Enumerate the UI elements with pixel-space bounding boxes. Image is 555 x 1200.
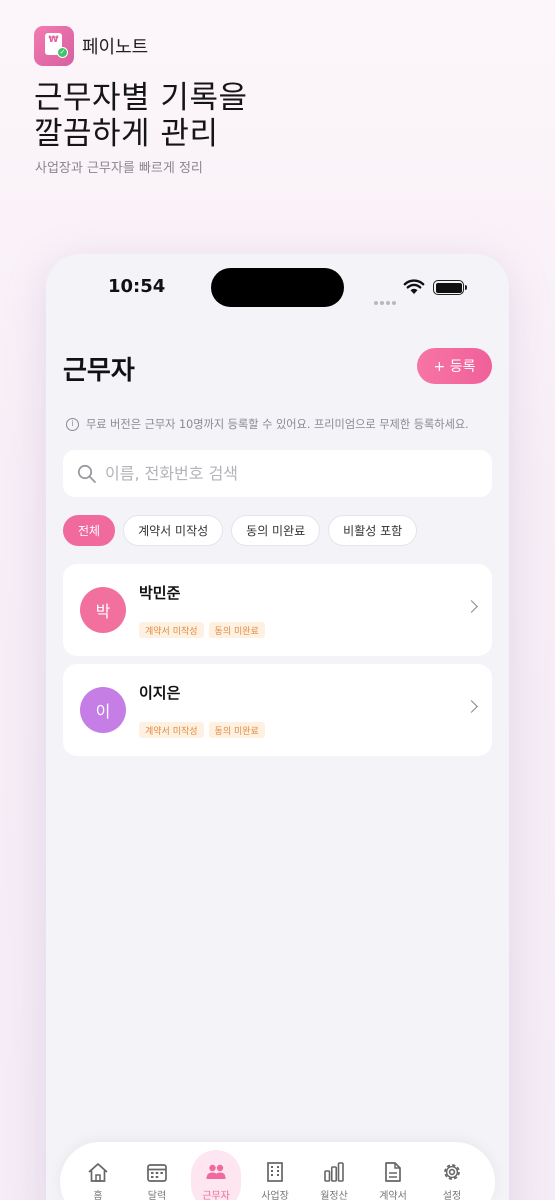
brand: ₩ ✓ 페이노트: [34, 26, 148, 66]
chevron-right-icon: [465, 700, 478, 713]
tab-label: 계약서: [379, 1191, 407, 1200]
tab-contract[interactable]: 계약서: [365, 1142, 421, 1200]
avatar: 박: [80, 587, 126, 633]
document-icon: [385, 1162, 401, 1182]
tab-home[interactable]: 홈: [70, 1142, 126, 1200]
tab-label: 달력: [147, 1191, 167, 1200]
home-icon: [88, 1163, 108, 1182]
filter-chip-include-inactive[interactable]: 비활성 포함: [328, 515, 418, 546]
filter-chip-consent-incomplete[interactable]: 동의 미완료: [231, 515, 321, 546]
gear-icon: [444, 1164, 460, 1180]
notice: i 무료 버전은 근무자 10명까지 등록할 수 있어요. 프리미엄으로 무제한…: [66, 416, 469, 432]
status-badge: 계약서 미작성: [139, 722, 204, 738]
info-icon: i: [66, 417, 79, 431]
tab-workplace[interactable]: 사업장: [247, 1142, 303, 1200]
worker-card[interactable]: 박 박민준 계약서 미작성 동의 미완료: [63, 564, 492, 656]
tab-bar: 홈 달력 근무자 사업장 월정산 계약서 설정: [60, 1142, 495, 1200]
worker-name: 박민준: [139, 584, 181, 602]
app-document-check-icon: ₩ ✓: [34, 26, 74, 66]
tab-settlement[interactable]: 월정산: [306, 1142, 362, 1200]
tab-workers[interactable]: 근무자: [188, 1142, 244, 1200]
headline-line-2: 깔끔하게 관리: [34, 116, 219, 152]
status-badge: 계약서 미작성: [139, 622, 204, 638]
avatar: 이: [80, 687, 126, 733]
tab-label: 사업장: [261, 1191, 289, 1200]
signal-dots-icon: [374, 290, 398, 309]
tab-settings[interactable]: 설정: [424, 1142, 480, 1200]
subline: 사업장과 근무자를 빠르게 정리: [35, 161, 203, 176]
dynamic-island: [211, 268, 344, 307]
worker-name: 이지은: [139, 684, 181, 702]
page-title: 근무자: [63, 356, 135, 386]
tab-label: 설정: [442, 1191, 462, 1200]
battery-icon: [433, 280, 467, 295]
status-badges: 계약서 미작성 동의 미완료: [139, 722, 270, 738]
headline: 근무자별 기록을 깔끔하게 관리: [34, 80, 248, 152]
search-box[interactable]: [63, 450, 492, 497]
tab-calendar[interactable]: 달력: [129, 1142, 185, 1200]
status-time: 10:54: [108, 276, 166, 297]
calendar-icon: [147, 1164, 167, 1182]
building-icon: [267, 1162, 283, 1182]
bar-chart-icon: [324, 1162, 344, 1182]
search-icon: [77, 464, 96, 483]
tab-label: 홈: [93, 1191, 103, 1200]
notice-text: 무료 버전은 근무자 10명까지 등록할 수 있어요. 프리미엄으로 무제한 등…: [86, 418, 469, 431]
filter-chip-contract-missing[interactable]: 계약서 미작성: [123, 515, 224, 546]
chevron-right-icon: [465, 600, 478, 613]
filter-chips: 전체 계약서 미작성 동의 미완료 비활성 포함: [63, 515, 425, 546]
filter-chip-all[interactable]: 전체: [63, 515, 116, 546]
worker-card[interactable]: 이 이지은 계약서 미작성 동의 미완료: [63, 664, 492, 756]
brand-name: 페이노트: [82, 37, 149, 58]
tab-label: 월정산: [320, 1191, 348, 1200]
status-badge: 동의 미완료: [208, 622, 265, 638]
status-badges: 계약서 미작성 동의 미완료: [139, 622, 270, 638]
phone-screen: 10:54 근무자 + 등록 i 무료 버전은 근무자 10명까지 등록할 수 …: [46, 254, 509, 1200]
wifi-icon: [403, 279, 425, 294]
search-input[interactable]: [105, 464, 435, 483]
headline-line-1: 근무자별 기록을: [34, 80, 248, 116]
tab-label: 근무자: [202, 1191, 230, 1200]
status-badge: 동의 미완료: [208, 722, 265, 738]
register-button[interactable]: + 등록: [417, 348, 492, 384]
people-icon: [206, 1164, 226, 1179]
